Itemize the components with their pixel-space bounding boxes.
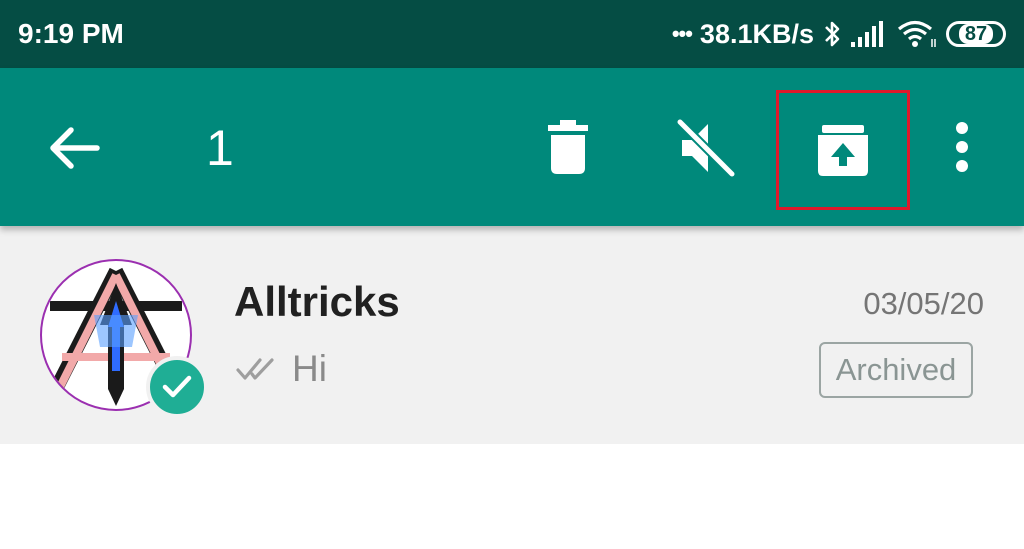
network-speed: 38.1KB/s	[699, 18, 814, 49]
mute-icon	[676, 118, 736, 178]
wifi-icon	[896, 19, 938, 49]
more-options-icon	[956, 122, 968, 172]
battery-icon: 87	[946, 21, 1006, 47]
selection-toolbar: 1	[0, 68, 1024, 226]
status-bar: 9:19 PM ••• 38.1KB/s 87	[0, 0, 1024, 68]
last-message-preview: Hi	[236, 348, 327, 390]
chat-name: Alltricks	[234, 278, 400, 325]
unarchive-button[interactable]	[776, 90, 910, 210]
delete-button[interactable]	[536, 114, 600, 180]
checkmark-icon	[162, 375, 192, 398]
selected-count: 1	[206, 120, 234, 176]
status-dots: •••	[671, 21, 693, 46]
unarchive-icon	[818, 125, 868, 176]
double-check-icon	[236, 358, 274, 380]
archived-badge: Archived	[819, 342, 973, 398]
back-button[interactable]	[40, 118, 110, 178]
bluetooth-icon	[822, 19, 842, 49]
mute-button[interactable]	[668, 110, 744, 186]
signal-icon	[850, 20, 888, 48]
delete-icon	[548, 120, 588, 174]
battery-level: 87	[958, 24, 994, 44]
last-message-text: Hi	[292, 348, 327, 389]
status-indicators: ••• 38.1KB/s 87	[672, 14, 1006, 54]
selected-check-badge	[146, 356, 208, 418]
back-arrow-icon	[50, 127, 100, 169]
more-options-button[interactable]	[940, 114, 984, 180]
chat-list-item[interactable]: Alltricks Hi 03/05/20 Archived	[0, 226, 1024, 444]
chat-date: 03/05/20	[863, 286, 984, 321]
status-time: 9:19 PM	[18, 18, 124, 49]
